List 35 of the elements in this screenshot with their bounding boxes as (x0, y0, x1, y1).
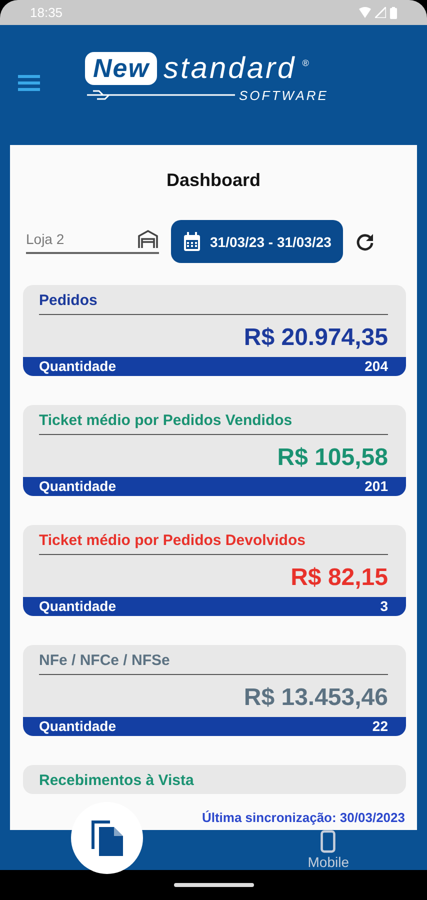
registered-mark: ® (302, 58, 309, 68)
card-value: R$ 105,58 (276, 442, 389, 473)
quantity-label: Quantidade (39, 478, 116, 494)
phone-icon (320, 830, 336, 853)
card-title: NFe / NFCe / NFSe (38, 650, 171, 671)
calendar-icon (183, 232, 201, 252)
card-title: Ticket médio por Pedidos Devolvidos (38, 530, 306, 551)
logo-badge: New (85, 52, 158, 85)
logo-subtitle: SOFTWARE (239, 88, 328, 102)
nav-tab[interactable]: Mobile (308, 830, 349, 870)
card-value: R$ 20.974,35 (242, 322, 389, 353)
card-value: R$ 82,15 (290, 562, 389, 593)
cable-icon (85, 90, 235, 100)
card-title: Pedidos (38, 290, 98, 311)
quantity-label: Quantidade (39, 598, 116, 614)
signal-icon (375, 7, 386, 18)
card-title: Ticket médio por Pedidos Vendidos (38, 410, 294, 431)
quantity-value: 3 (380, 598, 388, 614)
battery-icon (390, 6, 397, 18)
quantity-label: Quantidade (39, 358, 116, 374)
store-field[interactable]: Loja 2 (26, 231, 116, 248)
quantity-value: 201 (364, 478, 388, 494)
date-range-button[interactable]: 31/03/23 - 31/03/23 (171, 220, 344, 264)
quantity-label: Quantidade (39, 718, 116, 734)
logo-text: standard (163, 52, 296, 86)
store-icon (137, 229, 159, 250)
card-value: R$ 13.453,46 (242, 682, 389, 713)
quantity-value: 204 (364, 358, 388, 374)
wifi-icon (359, 7, 371, 18)
quantity-value: 22 (372, 718, 388, 734)
copy-document-icon (90, 819, 124, 857)
refresh-icon[interactable] (355, 232, 376, 252)
menu-icon[interactable] (18, 75, 40, 91)
card-title: Recebimentos à Vista (38, 770, 195, 791)
page-title: Dashboard (165, 169, 262, 192)
